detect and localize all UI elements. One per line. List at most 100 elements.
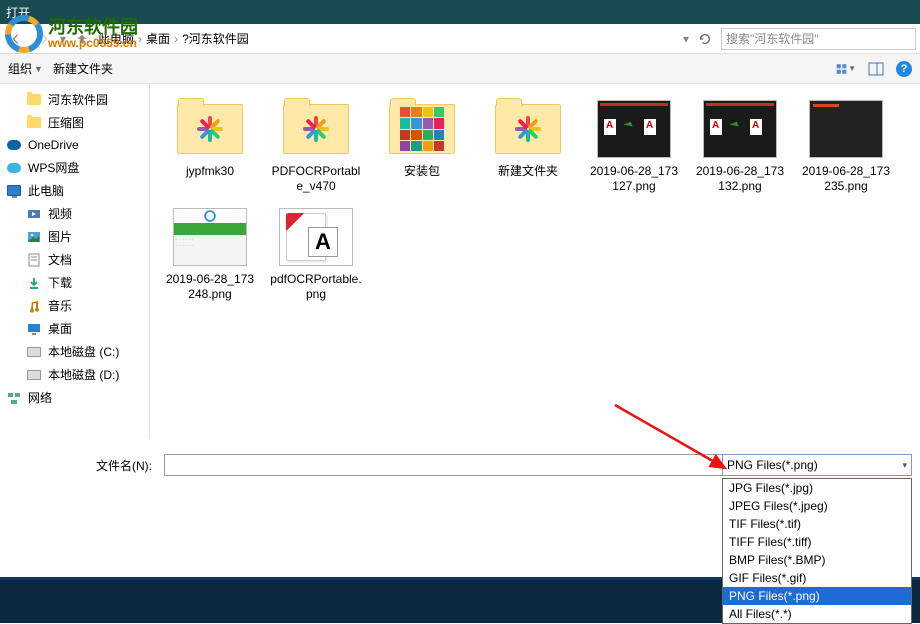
sidebar-item[interactable]: 河东软件园	[0, 88, 149, 111]
file-name-label: 2019-06-28_173127.png	[588, 164, 680, 194]
file-item[interactable]: · · · · · ·· · · · · · 2019-06-28_173248.…	[162, 204, 258, 304]
nav-up-button[interactable]	[70, 27, 94, 51]
breadcrumb-part[interactable]: ?河东软件园	[182, 30, 249, 47]
file-name-label: 2019-06-28_173248.png	[164, 272, 256, 302]
sidebar-item-label: 此电脑	[28, 182, 64, 199]
sidebar-item[interactable]: 压缩图	[0, 111, 149, 134]
file-name-label: 安装包	[404, 164, 440, 179]
view-mode-button[interactable]: ▼	[836, 59, 856, 79]
drive-icon	[26, 367, 42, 383]
sidebar-item-label: 视频	[48, 205, 72, 222]
filetype-option[interactable]: All Files(*.*)	[723, 605, 911, 623]
file-name-label: PDFOCRPortable_v470	[270, 164, 362, 194]
breadcrumb[interactable]: 此电脑 › 桌面 › ?河东软件园	[98, 30, 673, 47]
file-thumbnail: A	[276, 206, 356, 268]
video-icon	[26, 206, 42, 222]
filename-input[interactable]	[164, 454, 723, 476]
file-item[interactable]: PDFOCRPortable_v470	[268, 96, 364, 196]
help-button[interactable]: ?	[896, 61, 912, 77]
sidebar-item-label: WPS网盘	[28, 159, 79, 176]
filetype-selected: PNG Files(*.png)	[727, 458, 818, 472]
filetype-select[interactable]: PNG Files(*.png) ▾	[722, 454, 912, 476]
nav-dropdown-icon[interactable]: ▾	[60, 32, 66, 46]
file-name-label: pdfOCRPortable.png	[270, 272, 362, 302]
sidebar-item[interactable]: 音乐	[0, 294, 149, 317]
sidebar-item-label: 文档	[48, 251, 72, 268]
sidebar-item-label: 桌面	[48, 320, 72, 337]
filename-dropdown-icon[interactable]: ▾	[711, 460, 716, 471]
drive-icon	[26, 344, 42, 360]
music-icon	[26, 298, 42, 314]
file-item[interactable]: jypfmk30	[162, 96, 258, 196]
sidebar-item[interactable]: 网络	[0, 386, 149, 409]
address-bar: ▾ 此电脑 › 桌面 › ?河东软件园 ▾ 搜索"河东软件园"	[0, 24, 920, 54]
sidebar-item[interactable]: 桌面	[0, 317, 149, 340]
chevron-down-icon: ▾	[902, 460, 907, 471]
chevron-right-icon: ›	[174, 32, 178, 46]
sidebar-item[interactable]: 文档	[0, 248, 149, 271]
filetype-option[interactable]: PNG Files(*.png)	[723, 587, 911, 605]
new-folder-button[interactable]: 新建文件夹	[53, 60, 113, 77]
file-thumbnail	[806, 98, 886, 160]
sidebar-item-label: OneDrive	[28, 138, 79, 152]
filetype-option[interactable]: JPEG Files(*.jpeg)	[723, 497, 911, 515]
file-name-label: 2019-06-28_173235.png	[800, 164, 892, 194]
preview-pane-button[interactable]	[866, 59, 886, 79]
sidebar-item[interactable]: 此电脑	[0, 179, 149, 202]
chevron-down-icon[interactable]: ▾	[683, 32, 689, 46]
sidebar-item-label: 音乐	[48, 297, 72, 314]
pictures-icon	[26, 229, 42, 245]
file-item[interactable]: 2019-06-28_173235.png	[798, 96, 894, 196]
filetype-option[interactable]: JPG Files(*.jpg)	[723, 479, 911, 497]
docs-icon	[26, 252, 42, 268]
file-item[interactable]: 安装包	[374, 96, 470, 196]
nav-back-button[interactable]	[4, 27, 28, 51]
sidebar-item-label: 本地磁盘 (D:)	[48, 366, 119, 383]
sidebar-item[interactable]: WPS网盘	[0, 156, 149, 179]
file-item[interactable]: 2019-06-28_173127.png	[586, 96, 682, 196]
search-placeholder: 搜索"河东软件园"	[726, 30, 819, 47]
search-input[interactable]: 搜索"河东软件园"	[721, 28, 916, 50]
nav-forward-button[interactable]	[32, 27, 56, 51]
sidebar-item-label: 网络	[28, 389, 52, 406]
sidebar-item-label: 本地磁盘 (C:)	[48, 343, 119, 360]
sidebar-item[interactable]: 下载	[0, 271, 149, 294]
sidebar-item[interactable]: 图片	[0, 225, 149, 248]
filetype-option[interactable]: BMP Files(*.BMP)	[723, 551, 911, 569]
sidebar-item[interactable]: OneDrive	[0, 134, 149, 156]
file-name-label: 新建文件夹	[498, 164, 558, 179]
onedrive-icon	[6, 137, 22, 153]
file-item[interactable]: ApdfOCRPortable.png	[268, 204, 364, 304]
file-thumbnail	[170, 98, 250, 160]
filetype-option[interactable]: TIFF Files(*.tiff)	[723, 533, 911, 551]
file-thumbnail	[594, 98, 674, 160]
download-icon	[26, 275, 42, 291]
file-name-label: 2019-06-28_173132.png	[694, 164, 786, 194]
folder-icon	[26, 115, 42, 131]
toolbar: 组织 ▼ 新建文件夹 ▼ ?	[0, 54, 920, 84]
sidebar-item[interactable]: 本地磁盘 (D:)	[0, 363, 149, 386]
sidebar-item-label: 河东软件园	[48, 91, 108, 108]
sidebar-item[interactable]: 本地磁盘 (C:)	[0, 340, 149, 363]
sidebar-item[interactable]: 视频	[0, 202, 149, 225]
file-name-label: jypfmk30	[186, 164, 234, 179]
filetype-option[interactable]: GIF Files(*.gif)	[723, 569, 911, 587]
filetype-dropdown[interactable]: JPG Files(*.jpg)JPEG Files(*.jpeg)TIF Fi…	[722, 478, 912, 624]
wps-icon	[6, 160, 22, 176]
window-titlebar: 打开	[0, 0, 920, 24]
desktop-icon	[26, 321, 42, 337]
file-item[interactable]: 新建文件夹	[480, 96, 576, 196]
breadcrumb-part[interactable]: 此电脑	[98, 30, 134, 47]
file-thumbnail	[488, 98, 568, 160]
file-thumbnail	[700, 98, 780, 160]
refresh-button[interactable]	[693, 27, 717, 51]
file-item[interactable]: 2019-06-28_173132.png	[692, 96, 788, 196]
organize-button[interactable]: 组织 ▼	[8, 60, 43, 77]
sidebar: 河东软件园压缩图 OneDrive WPS网盘此电脑视频图片文档下载音乐桌面本地磁盘…	[0, 84, 150, 439]
pc-icon	[6, 183, 22, 199]
file-thumbnail	[276, 98, 356, 160]
filename-label: 文件名(N):	[8, 457, 158, 474]
file-thumbnail: · · · · · ·· · · · · ·	[170, 206, 250, 268]
breadcrumb-part[interactable]: 桌面	[146, 30, 170, 47]
filetype-option[interactable]: TIF Files(*.tif)	[723, 515, 911, 533]
